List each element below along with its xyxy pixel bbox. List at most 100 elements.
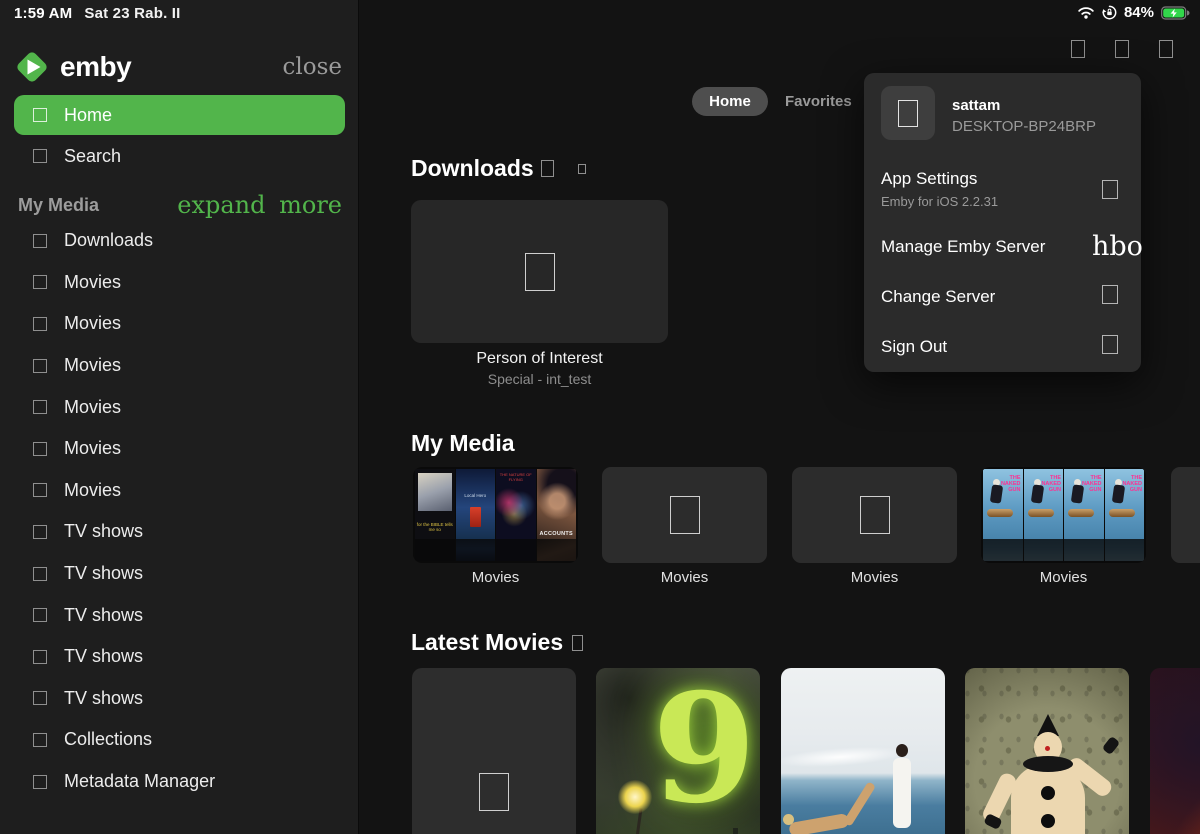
media-placeholder-icon xyxy=(525,253,555,291)
library-tile-movies[interactable] xyxy=(602,467,767,563)
library-tile-partial[interactable] xyxy=(1171,467,1200,563)
media-placeholder-icon xyxy=(670,496,700,534)
movies-icon xyxy=(33,317,47,331)
menu-item-change-server[interactable]: Change Server xyxy=(881,287,995,307)
battery-charging-icon xyxy=(1161,6,1190,20)
media-placeholder-icon xyxy=(479,773,509,811)
home-icon xyxy=(33,108,47,122)
poster-reflection xyxy=(1024,539,1064,561)
library-tile-movies[interactable] xyxy=(792,467,957,563)
sidebar-item-home[interactable]: Home xyxy=(14,95,345,135)
menu-item-sign-out[interactable]: Sign Out xyxy=(881,337,947,357)
poster-naked-gun-art: THENAKEDGUN xyxy=(983,469,1023,539)
menu-item-manage-server[interactable]: Manage Emby Server xyxy=(881,237,1045,257)
sidebar-item-tvshows[interactable]: TV shows xyxy=(14,594,345,636)
user-profile-icon[interactable] xyxy=(1159,40,1173,58)
search-icon xyxy=(33,149,47,163)
movies-icon xyxy=(33,442,47,456)
tile-label: Movies xyxy=(413,569,578,586)
settings-icon[interactable] xyxy=(1102,180,1118,199)
emby-wordmark: emby xyxy=(60,51,131,83)
poster-reflection xyxy=(496,539,536,561)
sign-out-icon[interactable] xyxy=(1102,335,1118,354)
sidebar-item-tvshows[interactable]: TV shows xyxy=(14,553,345,595)
poster-bible-art: for the BIBLE tells me so xyxy=(415,469,455,539)
poster-reflection xyxy=(415,539,455,561)
downloads-icon xyxy=(33,234,47,248)
section-title: Latest Movies xyxy=(411,629,563,656)
menu-item-app-settings[interactable]: App Settings xyxy=(881,169,977,189)
movies-icon xyxy=(33,483,47,497)
section-badge-icon xyxy=(578,164,586,174)
wifi-icon xyxy=(1077,6,1095,19)
my-media-section-title: My Media xyxy=(411,430,515,457)
app-version-label: Emby for iOS 2.2.31 xyxy=(881,194,998,209)
movie-poster-placeholder[interactable] xyxy=(412,668,576,834)
tvshows-icon xyxy=(33,691,47,705)
server-name: DESKTOP-BP24BRP xyxy=(952,118,1096,135)
sidebar-item-metadata-manager[interactable]: Metadata Manager xyxy=(14,761,345,803)
emby-app-window: emby close Home Search My Media expand m… xyxy=(0,0,1200,834)
poster-accounts-art: ACCOUNTS xyxy=(537,469,577,539)
expand-more-icon[interactable]: expand more xyxy=(177,191,342,219)
chevron-right-icon[interactable] xyxy=(572,635,583,651)
tile-label: Movies xyxy=(981,569,1146,586)
downloads-section-header: Downloads xyxy=(411,155,586,182)
movies-icon xyxy=(33,359,47,373)
sidebar-item-label: Search xyxy=(64,146,121,167)
movie-poster-nine[interactable]: 9 xyxy=(596,668,760,834)
close-icon[interactable]: close xyxy=(283,54,343,80)
library-tile-movies-nakedgun[interactable]: THENAKEDGUN THENAKEDGUN THENAKEDGUN THEN… xyxy=(981,467,1146,563)
sidebar-item-movies[interactable]: Movies xyxy=(14,303,345,345)
sidebar-item-movies[interactable]: Movies xyxy=(14,262,345,304)
poster-reflection xyxy=(537,539,577,561)
sidebar-item-movies[interactable]: Movies xyxy=(14,470,345,512)
sidebar-logo-row: emby close xyxy=(12,46,342,88)
sidebar-item-movies[interactable]: Movies xyxy=(14,386,345,428)
tile-label: Movies xyxy=(792,569,957,586)
battery-percent: 84% xyxy=(1124,4,1154,21)
library-tile-movies-collage[interactable]: for the BIBLE tells me so Local Hero THE… xyxy=(413,467,578,563)
tvshows-icon xyxy=(33,567,47,581)
movie-poster-clown[interactable] xyxy=(965,668,1129,834)
dashboard-icon[interactable]: hbo xyxy=(1092,231,1143,262)
movie-poster-beach[interactable] xyxy=(781,668,945,834)
change-server-icon[interactable] xyxy=(1102,285,1118,304)
latest-movies-section-header: Latest Movies xyxy=(411,629,583,656)
sidebar-section-title: My Media xyxy=(18,195,99,216)
sidebar-item-downloads[interactable]: Downloads xyxy=(14,220,345,262)
poster-naked-gun-art: THENAKEDGUN xyxy=(1105,469,1145,539)
sidebar-item-search[interactable]: Search xyxy=(14,140,345,172)
tab-home[interactable]: Home xyxy=(692,87,768,116)
search-icon[interactable] xyxy=(1115,40,1129,58)
download-item-subtitle: Special - int_test xyxy=(411,371,668,387)
nine-glyph: 9 xyxy=(652,674,756,824)
sidebar-item-label: Home xyxy=(64,105,112,126)
poster-reflection xyxy=(983,539,1023,561)
sidebar-item-tvshows[interactable]: TV shows xyxy=(14,678,345,720)
sidebar-item-tvshows[interactable]: TV shows xyxy=(14,636,345,678)
status-date: Sat 23 Rab. II xyxy=(84,5,180,22)
media-placeholder-icon xyxy=(860,496,890,534)
user-avatar[interactable] xyxy=(881,86,935,140)
movies-icon xyxy=(33,275,47,289)
sidebar-item-movies[interactable]: Movies xyxy=(14,428,345,470)
download-item-card[interactable] xyxy=(411,200,668,343)
movies-icon xyxy=(33,400,47,414)
status-indicators: 84% xyxy=(1077,4,1190,21)
chevron-right-icon[interactable] xyxy=(541,160,554,177)
sidebar-item-collections[interactable]: Collections xyxy=(14,719,345,761)
sidebar-section-header: My Media expand more xyxy=(18,192,342,218)
poster-reflection xyxy=(456,539,496,561)
tab-favorites[interactable]: Favorites xyxy=(785,87,852,116)
sidebar-media-list: Downloads Movies Movies Movies Movies Mo… xyxy=(14,220,345,802)
movie-poster-partial[interactable] xyxy=(1150,668,1200,834)
cast-icon[interactable] xyxy=(1071,40,1085,58)
sidebar-item-tvshows[interactable]: TV shows xyxy=(14,511,345,553)
emby-logo-icon xyxy=(12,47,52,87)
sidebar: emby close Home Search My Media expand m… xyxy=(0,0,359,834)
poster-reflection xyxy=(1064,539,1104,561)
header-toolbar xyxy=(1071,40,1173,58)
sidebar-item-movies[interactable]: Movies xyxy=(14,345,345,387)
tvshows-icon xyxy=(33,650,47,664)
